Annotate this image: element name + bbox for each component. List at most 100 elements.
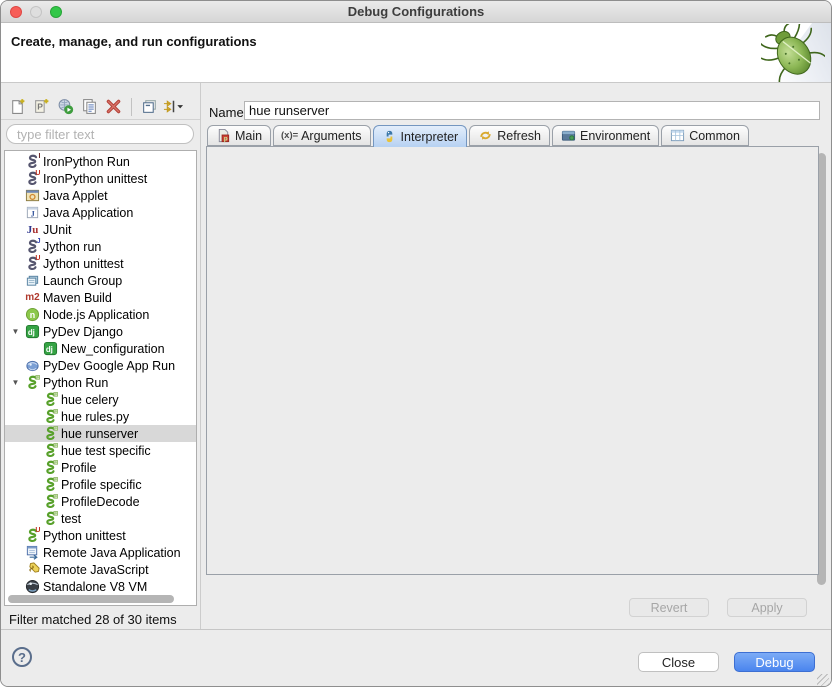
svg-text:U: U [35,255,40,262]
tree-item[interactable]: nNode.js Application [5,306,196,323]
tree-item[interactable]: m2Maven Build [5,289,196,306]
tree-item-label: Profile specific [59,478,142,492]
resize-grip[interactable] [817,674,829,686]
tab-label: Main [235,129,262,143]
toolbar-separator [131,98,132,116]
tree-item[interactable]: Remote JavaScript [5,561,196,578]
tree-item-label: Maven Build [41,291,112,305]
tree-item[interactable]: Java Applet [5,187,196,204]
svg-text:J: J [37,238,41,245]
new-configuration-button[interactable] [7,96,28,117]
tree-item[interactable]: PProfile specific [5,476,196,493]
tree-item-label: hue rules.py [59,410,129,424]
python-run-icon: P [42,511,59,527]
tree-item-label: PyDev Google App Run [41,359,175,373]
tree-item[interactable]: JuJUnit [5,221,196,238]
tree-item[interactable]: Launch Group [5,272,196,289]
python-run-icon: P [24,375,41,391]
tree-item[interactable]: PyDev Google App Run [5,357,196,374]
name-input[interactable] [244,101,820,120]
panel-sash[interactable] [200,83,201,629]
debug-button[interactable]: Debug [734,652,815,672]
expand-arrow-icon[interactable]: ▼ [7,327,24,336]
tree-item[interactable]: Phue runserver [5,425,196,442]
name-label: Name: [209,105,247,120]
jython-unittest-icon: U [24,256,41,272]
filter-input[interactable] [6,124,194,144]
filter-configurations-button[interactable] [163,96,184,117]
tab-environment[interactable]: Environment [552,125,659,146]
toolbar: P [7,96,184,117]
tree-item-label: Jython unittest [41,257,124,271]
tree-item[interactable]: J Jython run [5,238,196,255]
tree-item-label: IronPython unittest [41,172,147,186]
delete-configuration-button[interactable] [103,96,124,117]
svg-text:U: U [35,170,40,177]
filter-status: Filter matched 28 of 30 items [9,612,177,627]
tab-arguments[interactable]: (x)=Arguments [273,125,370,146]
tab-common[interactable]: Common [661,125,749,146]
tree-item[interactable]: U IronPython unittest [5,170,196,187]
tab-bar: pMain(x)=Arguments Interpreter Refresh Envi… [207,125,749,147]
tree-item-label: Node.js Application [41,308,149,322]
tree-item[interactable]: ▼djPyDev Django [5,323,196,340]
export-configurations-button[interactable] [55,96,76,117]
python-run-icon: P [42,409,59,425]
tree-item[interactable]: Phue celery [5,391,196,408]
tab-label: Refresh [497,129,541,143]
tree-item[interactable]: U Jython unittest [5,255,196,272]
nodejs-application-icon: n [24,307,41,323]
tree-item-label: ProfileDecode [59,495,140,509]
tree-item[interactable]: PProfile [5,459,196,476]
tree-item-label: Remote Java Application [41,546,181,560]
apply-button[interactable]: Apply [727,598,807,617]
pydev-django-icon: dj [24,324,41,340]
python-run-icon: P [42,477,59,493]
tree-item-label: test [59,512,81,526]
python-run-icon: P [42,392,59,408]
collapse-all-button[interactable] [139,96,160,117]
tree-item-label: New_configuration [59,342,165,356]
tab-label: Interpreter [401,130,459,144]
tree-item-label: Profile [59,461,96,475]
tree-item[interactable]: Phue rules.py [5,408,196,425]
svg-text:P: P [37,102,43,112]
tree-item[interactable]: Ptest [5,510,196,527]
footer-bar: ? Close Debug [1,629,831,687]
new-prototype-button[interactable]: P [31,96,52,117]
title-bar: Debug Configurations [1,1,831,23]
config-tree: I IronPython Run U IronPython unittest Ja… [4,150,197,606]
tree-item-label: Jython run [41,240,101,254]
tree-item-label: Python Run [41,376,108,390]
tree-item[interactable]: Standalone V8 VM [5,578,196,595]
svg-text:U: U [35,527,40,534]
tab-label: Arguments [301,129,361,143]
tree-item[interactable]: djNew_configuration [5,340,196,357]
tab-refresh[interactable]: Refresh [469,125,550,146]
dialog-header: Create, manage, and run configurations [1,23,831,83]
tab-interpreter[interactable]: Interpreter [373,125,468,147]
close-button[interactable]: Close [638,652,719,672]
tree-item[interactable]: ▼PPython Run [5,374,196,391]
tree-item[interactable]: U Python unittest [5,527,196,544]
tree-item[interactable]: PProfileDecode [5,493,196,510]
duplicate-configuration-button[interactable] [79,96,100,117]
python-run-icon: P [42,494,59,510]
tree-item[interactable]: Phue test specific [5,442,196,459]
tree-item-label: Java Application [41,206,133,220]
tree-item-label: IronPython Run [41,155,130,169]
tree-item[interactable]: J Java Application [5,204,196,221]
junit-icon: Ju [24,222,41,238]
python-run-icon: P [42,460,59,476]
tree-item[interactable]: Remote Java Application [5,544,196,561]
tree-item[interactable]: I IronPython Run [5,153,196,170]
tab-label: Common [689,129,740,143]
svg-text:J: J [31,208,35,218]
revert-button[interactable]: Revert [629,598,709,617]
help-button[interactable]: ? [12,647,32,667]
tree-item-label: Java Applet [41,189,108,203]
expand-arrow-icon[interactable]: ▼ [7,378,24,387]
tree-horizontal-scrollbar[interactable] [8,595,174,603]
python-unittest-icon: U [24,528,41,544]
tab-main[interactable]: pMain [207,125,271,146]
